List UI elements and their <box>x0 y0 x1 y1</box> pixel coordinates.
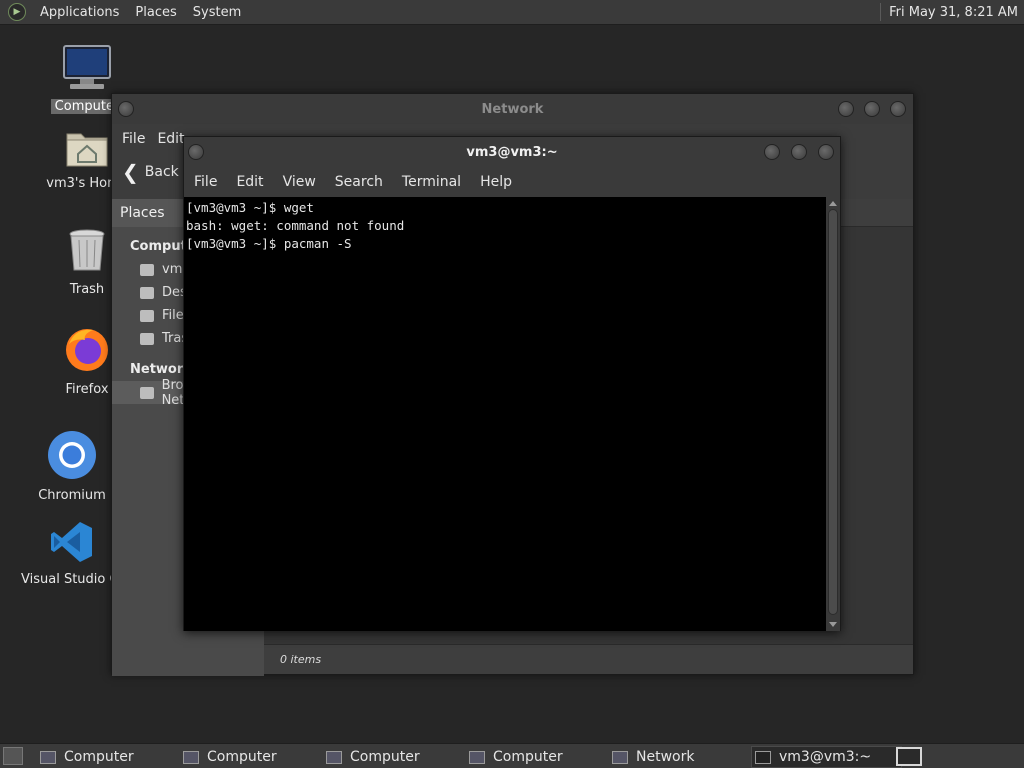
terminal-output[interactable]: [vm3@vm3 ~]$ wget bash: wget: command not… <box>184 197 826 631</box>
firefox-icon <box>66 329 108 371</box>
minimize-button[interactable] <box>764 144 780 160</box>
computer-icon <box>40 750 56 764</box>
home-icon <box>140 263 154 276</box>
show-desktop-icon[interactable] <box>3 747 23 765</box>
taskbar-item-computer[interactable]: Computer <box>183 746 277 768</box>
back-button[interactable]: ❮ Back <box>122 160 179 184</box>
drive-icon <box>140 309 154 322</box>
menu-file[interactable]: File <box>194 174 217 190</box>
vscode-icon <box>51 522 92 562</box>
computer-icon <box>469 750 485 764</box>
trash-icon <box>140 332 154 345</box>
window-menu-button[interactable] <box>188 144 204 160</box>
menu-search[interactable]: Search <box>335 174 383 190</box>
taskbar-item-label: Computer <box>64 749 134 765</box>
menu-edit[interactable]: Edit <box>236 174 263 190</box>
menu-places[interactable]: Places <box>127 5 184 20</box>
taskbar-item-label: Computer <box>350 749 420 765</box>
menu-view[interactable]: View <box>283 174 316 190</box>
computer-icon <box>63 45 111 89</box>
window-title: vm3@vm3:~ <box>466 144 558 160</box>
terminal-line: [vm3@vm3 ~]$ wget <box>186 200 314 215</box>
menu-terminal[interactable]: Terminal <box>402 174 461 190</box>
menu-help[interactable]: Help <box>480 174 512 190</box>
window-title: Network <box>481 101 544 117</box>
back-label: Back <box>144 164 179 180</box>
home-folder-icon <box>66 133 108 167</box>
scroll-down-icon[interactable] <box>829 622 837 627</box>
taskbar-item-computer[interactable]: Computer <box>40 746 134 768</box>
desktop-icon-label: Chromium <box>38 488 106 503</box>
minimize-button[interactable] <box>838 101 854 117</box>
menu-system[interactable]: System <box>185 5 249 20</box>
panel-separator <box>880 3 882 21</box>
taskbar-item-label: vm3@vm3:~ <box>779 749 872 765</box>
terminal-window[interactable]: vm3@vm3:~ File Edit View Search Terminal… <box>183 136 841 631</box>
scrollbar-thumb[interactable] <box>828 209 838 615</box>
maximize-button[interactable] <box>791 144 807 160</box>
close-button[interactable] <box>818 144 834 160</box>
close-button[interactable] <box>890 101 906 117</box>
trash-icon <box>69 229 105 271</box>
file-manager-titlebar[interactable]: Network <box>112 94 913 124</box>
chromium-icon <box>48 431 96 479</box>
terminal-line: [vm3@vm3 ~]$ pacman -S <box>186 236 352 251</box>
taskbar-item-network[interactable]: Network <box>612 746 694 768</box>
taskbar-item-label: Computer <box>207 749 277 765</box>
terminal-scrollbar[interactable] <box>826 197 840 631</box>
status-bar: 0 items <box>264 644 913 674</box>
clock[interactable]: Fri May 31, 8:21 AM <box>889 5 1024 20</box>
maximize-button[interactable] <box>864 101 880 117</box>
taskbar-item-computer[interactable]: Computer <box>469 746 563 768</box>
terminal-menubar: File Edit View Search Terminal Help <box>184 167 840 197</box>
sidebar-header-label: Places <box>120 205 165 221</box>
distro-logo-icon[interactable]: ▶ <box>8 3 26 21</box>
desktop-folder-icon <box>140 286 154 299</box>
terminal-line: bash: wget: command not found <box>186 218 405 233</box>
taskbar-item-label: Network <box>636 749 695 765</box>
menu-edit[interactable]: Edit <box>157 131 184 147</box>
window-menu-button[interactable] <box>118 101 134 117</box>
menu-file[interactable]: File <box>122 131 145 147</box>
back-arrow-icon: ❮ <box>122 160 139 184</box>
scroll-up-icon[interactable] <box>829 201 837 206</box>
taskbar-item-label: Computer <box>493 749 563 765</box>
computer-icon <box>326 750 342 764</box>
network-icon <box>140 386 154 399</box>
computer-icon <box>183 750 199 764</box>
desktop-icon-label: Firefox <box>65 382 109 397</box>
terminal-titlebar[interactable]: vm3@vm3:~ <box>184 137 840 167</box>
bottom-panel: Computer Computer Computer Computer Netw… <box>0 743 1024 768</box>
desktop-icon-label: Trash <box>69 282 105 297</box>
menu-applications[interactable]: Applications <box>32 5 127 20</box>
workspace-switcher[interactable] <box>896 747 922 766</box>
taskbar-item-terminal[interactable]: vm3@vm3:~ <box>751 746 903 768</box>
network-icon <box>612 750 628 764</box>
terminal-icon <box>755 750 771 764</box>
taskbar-item-computer[interactable]: Computer <box>326 746 420 768</box>
top-panel: ▶ Applications Places System Fri May 31,… <box>0 0 1024 25</box>
